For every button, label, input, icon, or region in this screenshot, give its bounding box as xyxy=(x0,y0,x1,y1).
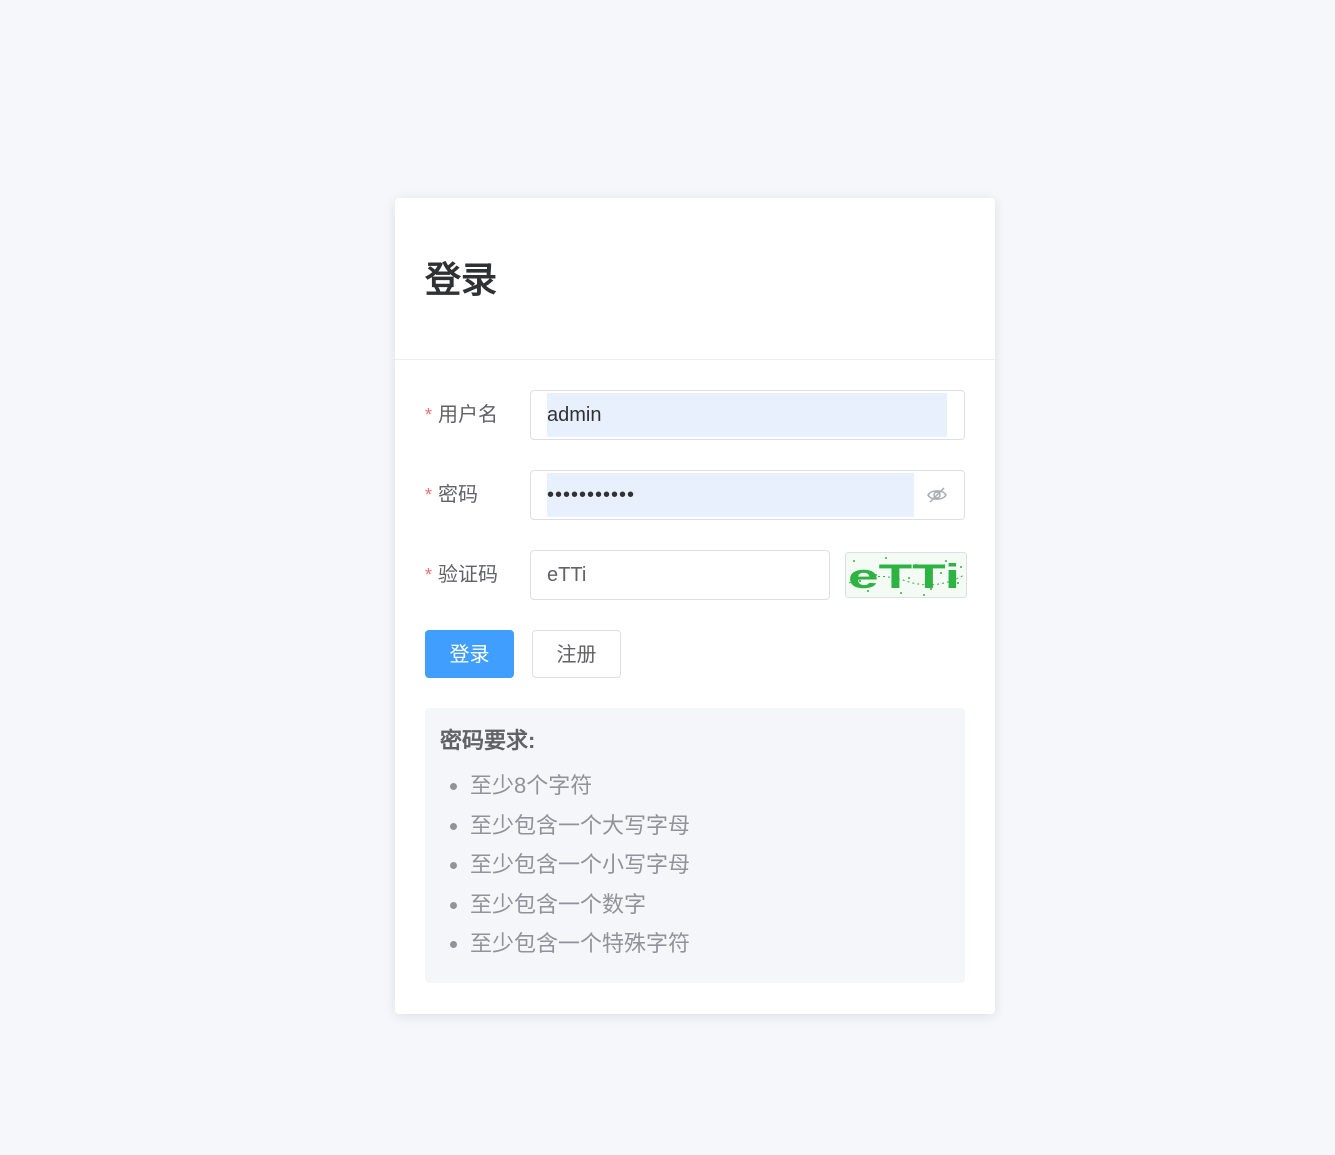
card-header: 登录 xyxy=(395,198,995,360)
required-star: * xyxy=(425,565,433,585)
captcha-row: * 验证码 eTTi xyxy=(425,550,967,600)
list-item: 至少包含一个数字 xyxy=(470,885,950,925)
captcha-field[interactable] xyxy=(530,550,830,600)
password-row: * 密码 xyxy=(425,470,965,520)
username-label: * 用户名 xyxy=(425,390,498,440)
register-button[interactable]: 注册 xyxy=(532,630,621,678)
username-field[interactable] xyxy=(530,390,965,440)
requirements-title: 密码要求: xyxy=(440,728,536,753)
password-requirements: 密码要求: 至少8个字符 至少包含一个大写字母 至少包含一个小写字母 至少包含一… xyxy=(425,708,965,983)
requirements-list: 至少8个字符 至少包含一个大写字母 至少包含一个小写字母 至少包含一个数字 至少… xyxy=(440,766,950,964)
username-label-text: 用户名 xyxy=(438,404,499,426)
password-label: * 密码 xyxy=(425,470,478,520)
username-input[interactable] xyxy=(547,393,947,437)
captcha-image[interactable]: eTTi xyxy=(845,552,967,598)
password-field[interactable] xyxy=(530,470,965,520)
required-star: * xyxy=(425,405,433,425)
captcha-label-text: 验证码 xyxy=(438,564,499,586)
page-title: 登录 xyxy=(425,259,498,300)
login-form: *用户名 *密码 *验证码 xyxy=(395,360,995,1013)
password-input[interactable] xyxy=(547,473,914,517)
list-item: 至少包含一个大写字母 xyxy=(470,806,950,846)
list-item: 至少包含一个特殊字符 xyxy=(470,924,950,964)
list-item: 至少包含一个小写字母 xyxy=(470,845,950,885)
password-label-text: 密码 xyxy=(438,484,479,506)
captcha-label: * 验证码 xyxy=(425,550,498,600)
login-button[interactable]: 登录 xyxy=(425,630,514,678)
username-row: * 用户名 xyxy=(425,390,965,440)
captcha-text: eTTi xyxy=(848,558,960,596)
captcha-input[interactable] xyxy=(547,553,817,597)
required-star: * xyxy=(425,485,433,505)
button-row: 登录 注册 xyxy=(425,630,965,678)
login-card: 登录 *用户名 *密码 *验证码 xyxy=(395,198,995,1014)
eye-off-icon[interactable] xyxy=(926,485,948,505)
list-item: 至少8个字符 xyxy=(470,766,950,806)
